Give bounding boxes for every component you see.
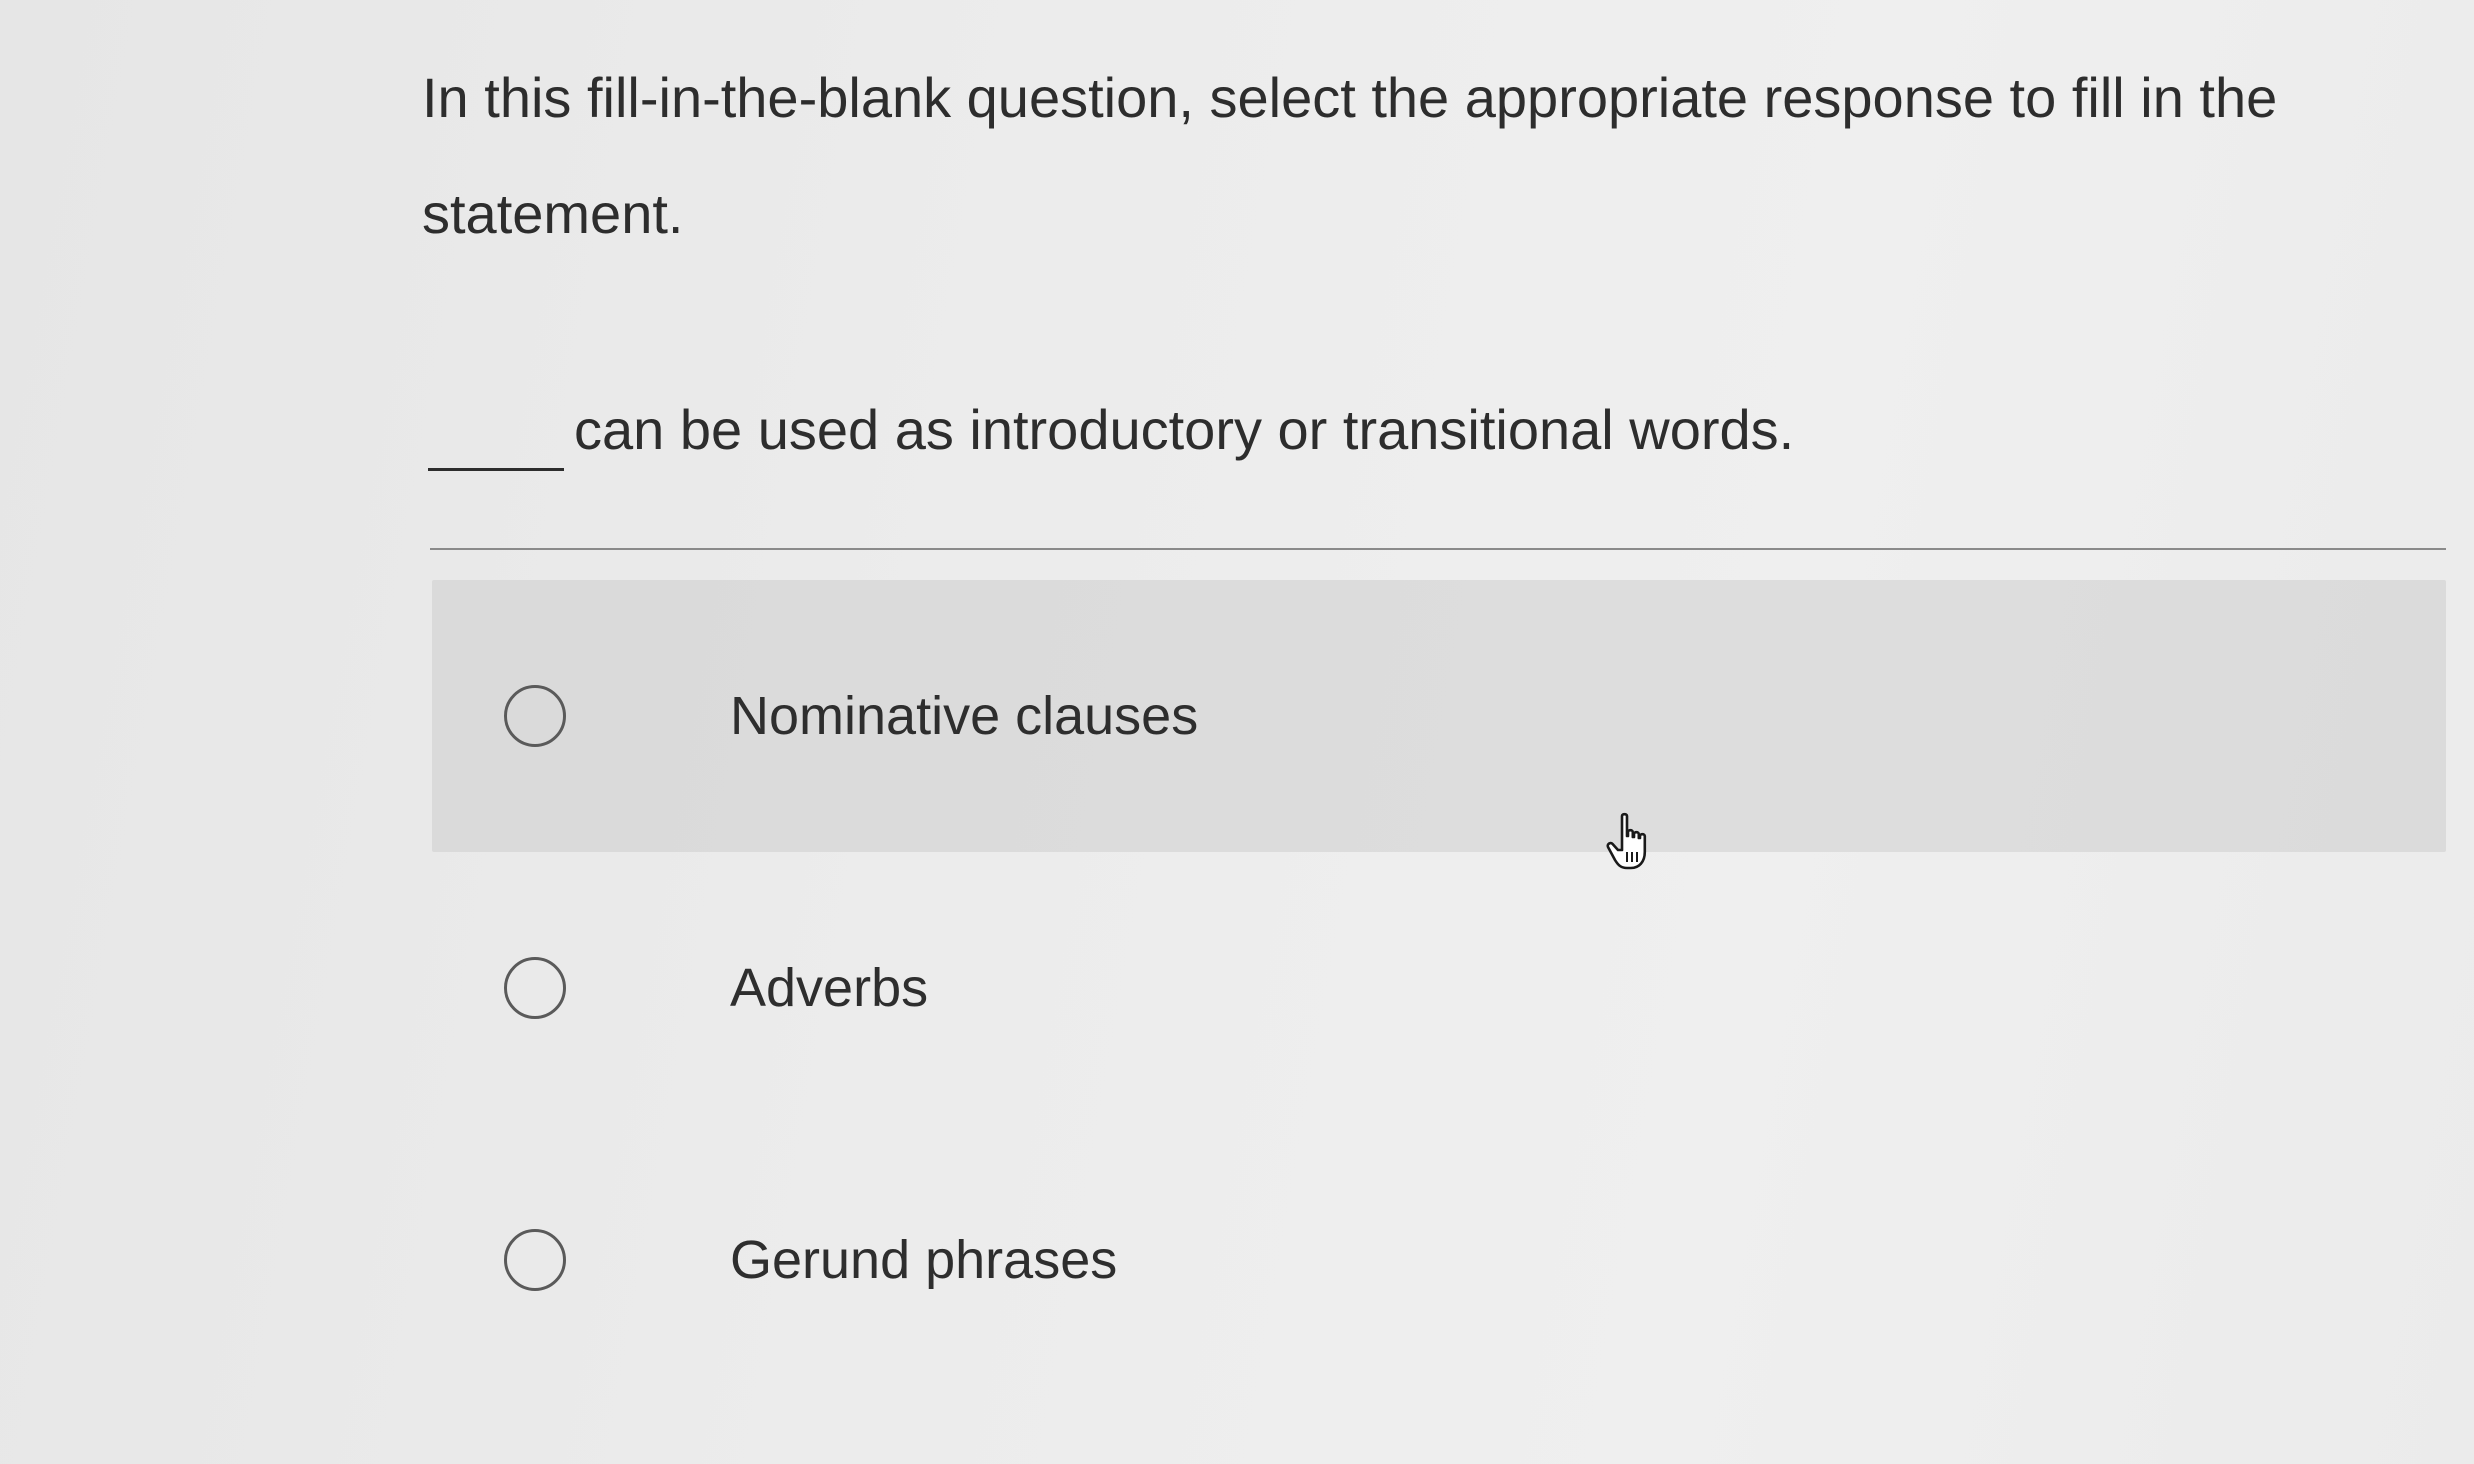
option-label: Nominative clauses — [730, 686, 1199, 746]
statement-text: can be used as introductory or transitio… — [574, 398, 1795, 461]
option-label: Adverbs — [730, 958, 929, 1018]
radio-button[interactable] — [504, 685, 566, 747]
option-nominative-clauses[interactable]: Nominative clauses — [432, 580, 2446, 852]
fill-in-statement: can be used as introductory or transitio… — [428, 380, 1794, 480]
option-gerund-phrases[interactable]: Gerund phrases — [432, 1124, 2446, 1396]
hand-pointer-icon — [1606, 812, 1647, 870]
question-instructions: In this fill-in-the-blank question, sele… — [422, 66, 2278, 245]
radio-button[interactable] — [504, 957, 566, 1019]
answer-options: Nominative clauses Adverbs Gerund phrase… — [432, 580, 2446, 1396]
radio-button[interactable] — [504, 1229, 566, 1291]
divider — [430, 548, 2446, 550]
option-adverbs[interactable]: Adverbs — [432, 852, 2446, 1124]
question-page: In this fill-in-the-blank question, sele… — [0, 0, 2474, 1464]
option-label: Gerund phrases — [730, 1230, 1118, 1290]
answer-blank — [428, 468, 564, 471]
